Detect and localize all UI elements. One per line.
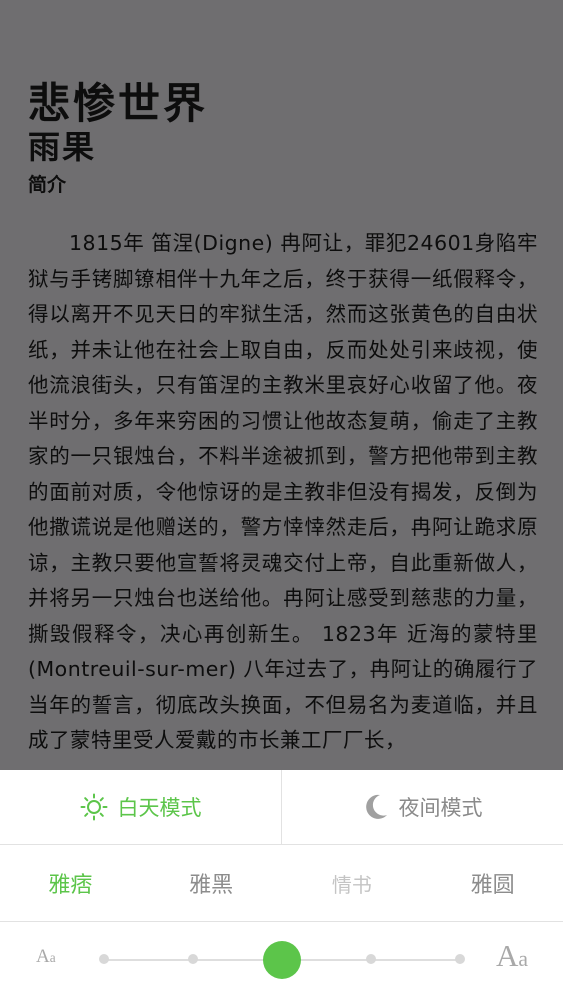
night-mode-button[interactable]: 夜间模式 [282,770,563,844]
reader-page[interactable]: 悲惨世界 雨果 简介 1815年 笛涅(Digne) 冉阿让，罪犯24601身陷… [0,0,563,770]
large-size-sub-glyph: a [518,947,529,971]
small-size-glyph: A [36,946,50,967]
font-option-yayuan[interactable]: 雅圆 [422,867,563,899]
font-size-slider-tick[interactable] [455,954,465,964]
reading-settings-panel: 白天模式 夜间模式 雅痞 雅黑 情书 雅圆 Aa Aa [0,770,563,1000]
font-size-row: Aa Aa [0,922,563,1000]
font-option-yahei[interactable]: 雅黑 [141,867,282,899]
font-selector-row: 雅痞 雅黑 情书 雅圆 [0,845,563,922]
sun-icon [80,793,107,821]
display-mode-row: 白天模式 夜间模式 [0,770,563,845]
decrease-font-size-button[interactable]: Aa [36,946,56,968]
font-option-yapi[interactable]: 雅痞 [0,867,141,899]
book-author: 雨果 [28,128,97,166]
day-mode-button[interactable]: 白天模式 [0,770,282,844]
font-size-slider-tick[interactable] [366,954,376,964]
moon-icon [365,794,387,819]
day-mode-label: 白天模式 [117,796,202,820]
intro-paragraph: 1815年 笛涅(Digne) 冉阿让，罪犯24601身陷牢狱与手铐脚镣相伴十九… [28,231,538,752]
large-size-glyph: A [496,938,519,973]
increase-font-size-button[interactable]: Aa [496,938,528,974]
font-option-qingshu[interactable]: 情书 [282,869,423,898]
intro-heading: 简介 [28,174,67,196]
night-mode-label: 夜间模式 [398,796,483,820]
font-size-slider-thumb[interactable] [263,941,301,979]
font-size-slider-tick[interactable] [188,954,198,964]
font-size-slider-tick[interactable] [99,954,109,964]
small-size-sub-glyph: a [49,950,56,965]
